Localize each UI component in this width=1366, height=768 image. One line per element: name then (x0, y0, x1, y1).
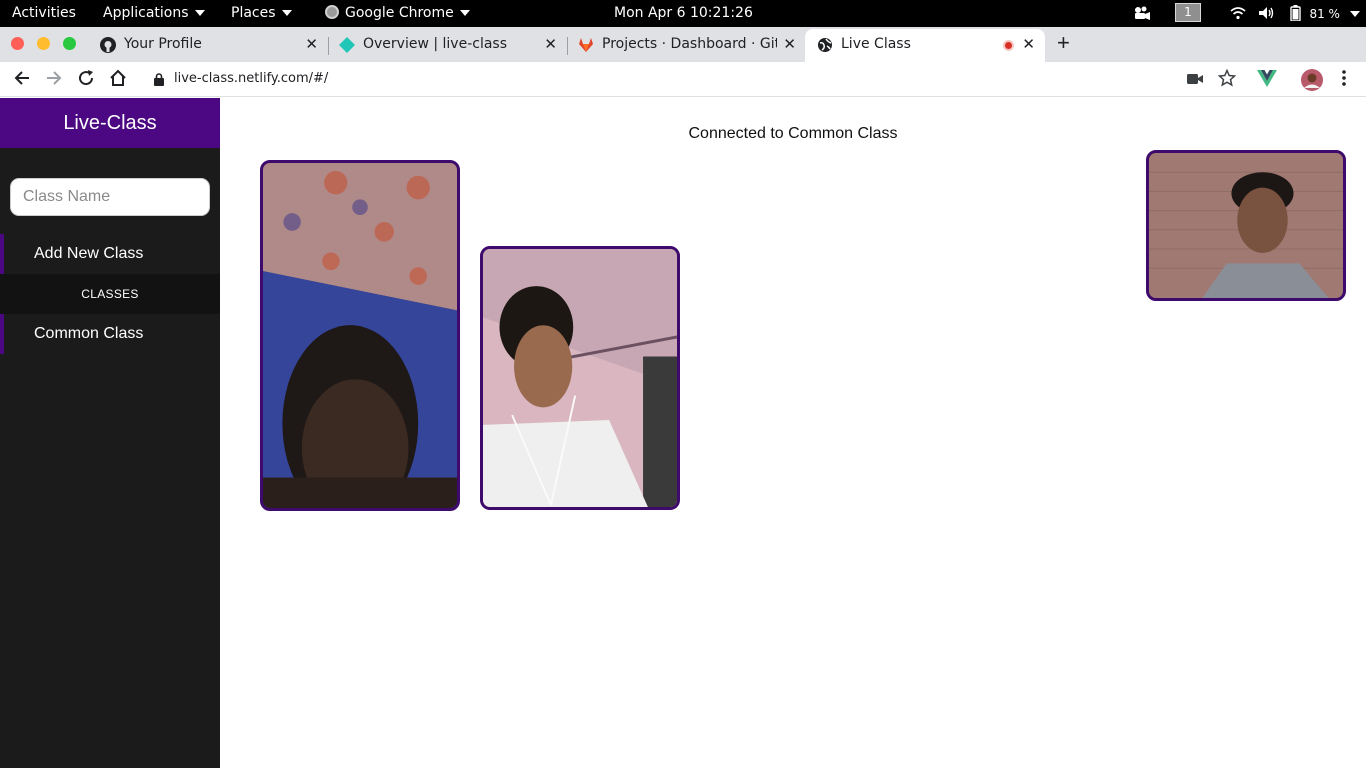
netlify-icon (339, 37, 355, 53)
browser-toolbar: live-class.netlify.com/#/ (0, 62, 1366, 97)
main-content: Connected to Common Class (220, 98, 1366, 768)
chevron-down-icon (1350, 11, 1361, 17)
new-tab-button[interactable]: + (1057, 30, 1070, 56)
close-window-button[interactable] (11, 37, 24, 50)
tab-title: Overview | live-class (363, 36, 508, 52)
url-text: live-class.netlify.com/#/ (174, 71, 329, 86)
tab-overview-live-class[interactable]: Overview | live-class ✕ (327, 29, 568, 62)
tab-title: Projects · Dashboard · GitL (602, 36, 777, 52)
chevron-down-icon (194, 10, 205, 16)
recording-indicator-icon (1003, 40, 1014, 51)
battery-percent: 81 % (1309, 7, 1340, 21)
volume-icon[interactable] (1258, 6, 1274, 24)
activities-button[interactable]: Activities (12, 5, 76, 21)
bookmark-star-icon[interactable] (1217, 68, 1237, 89)
tab-gitlab-projects[interactable]: Projects · Dashboard · GitL ✕ (566, 29, 806, 62)
tab-your-profile[interactable]: Your Profile ✕ (88, 29, 329, 62)
applications-label: Applications (103, 5, 189, 21)
remote-video-2[interactable] (480, 246, 680, 510)
tab-close-icon[interactable]: ✕ (544, 35, 557, 53)
connection-status: Connected to Common Class (688, 125, 898, 142)
home-button[interactable] (108, 69, 128, 89)
forward-button[interactable] (44, 69, 64, 89)
tab-close-icon[interactable]: ✕ (783, 35, 796, 53)
camera-indicator-icon[interactable] (1133, 5, 1151, 25)
workspace-indicator[interactable]: 1 (1175, 3, 1201, 22)
workspace-number: 1 (1175, 3, 1201, 22)
tab-close-icon[interactable]: ✕ (305, 35, 318, 53)
wifi-icon[interactable] (1230, 6, 1246, 24)
video-frame (1149, 153, 1343, 298)
local-video[interactable] (1146, 150, 1346, 301)
brand-title[interactable]: Live-Class (0, 98, 220, 148)
tab-title: Live Class (841, 36, 911, 52)
sidebar-item-common-class[interactable]: Common Class (0, 314, 220, 354)
places-menu[interactable]: Places (231, 5, 292, 21)
applications-menu[interactable]: Applications (103, 5, 205, 21)
lock-icon[interactable] (154, 73, 164, 86)
tab-live-class[interactable]: Live Class ✕ (805, 29, 1045, 62)
tab-title: Your Profile (124, 36, 202, 52)
battery-icon (1290, 5, 1301, 22)
reload-button[interactable] (76, 69, 96, 89)
tab-close-icon[interactable]: ✕ (1022, 35, 1035, 53)
more-menu-icon[interactable] (1334, 69, 1354, 89)
app-menu[interactable]: Google Chrome (325, 5, 470, 21)
video-frame (483, 249, 677, 507)
tab-strip: Your Profile ✕ Overview | live-class ✕ P… (0, 27, 1366, 62)
address-bar[interactable]: live-class.netlify.com/#/ (140, 65, 1244, 94)
profile-avatar[interactable] (1301, 69, 1323, 91)
gitlab-icon (579, 38, 593, 52)
camera-in-use-icon[interactable] (1185, 69, 1205, 89)
classes-section-header: CLASSES (0, 274, 220, 314)
add-new-class-button[interactable]: Add New Class (0, 234, 220, 274)
app-name: Google Chrome (345, 5, 454, 21)
places-label: Places (231, 5, 276, 21)
remote-video-1[interactable] (260, 160, 460, 511)
class-name-input[interactable] (10, 178, 210, 216)
arrow-right-icon (47, 71, 62, 85)
home-icon (110, 69, 126, 86)
chevron-down-icon (281, 10, 292, 16)
clock[interactable]: Mon Apr 6 10:21:26 (614, 5, 753, 21)
back-button[interactable] (12, 69, 32, 89)
chevron-down-icon (459, 10, 470, 16)
reload-icon (79, 70, 94, 86)
github-icon (100, 37, 116, 53)
minimize-window-button[interactable] (37, 37, 50, 50)
system-top-bar: Activities Applications Places Google Ch… (0, 0, 1366, 27)
video-frame (263, 163, 457, 508)
sidebar: Live-Class Add New Class CLASSES Common … (0, 98, 220, 768)
maximize-window-button[interactable] (63, 37, 76, 50)
vue-devtools-extension-icon[interactable] (1257, 69, 1277, 89)
globe-icon (818, 38, 832, 52)
battery-indicator[interactable]: 81 % (1290, 5, 1361, 22)
chrome-icon (325, 5, 339, 19)
arrow-left-icon (14, 71, 29, 85)
